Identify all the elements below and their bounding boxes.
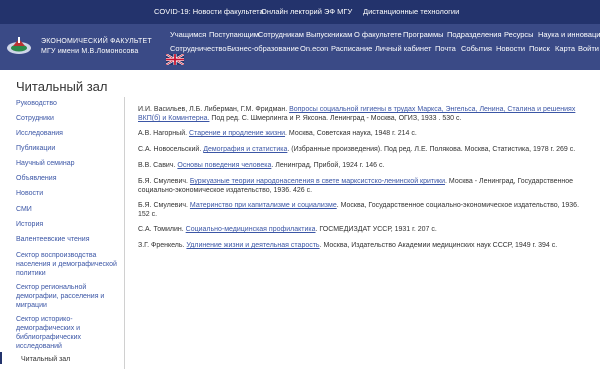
msu-logo-icon[interactable] xyxy=(4,35,34,57)
faculty-name[interactable]: ЭКОНОМИЧЕСКИЙ ФАКУЛЬТЕТ МГУ имени М.В.Ло… xyxy=(41,37,152,56)
nav-search[interactable]: Поиск xyxy=(529,44,550,53)
list-item: В.В. Савич. Основы поведения человека. Л… xyxy=(138,161,586,170)
sidebar-item-seminar[interactable]: Научный семинар xyxy=(16,159,120,168)
sidebar-item-publications[interactable]: Публикации xyxy=(16,144,120,153)
nav-programs[interactable]: Программы xyxy=(403,30,444,39)
sidebar-item-media[interactable]: СМИ xyxy=(16,205,120,214)
ref-authors: А.В. Нагорный. xyxy=(138,130,190,137)
ref-details: . Ленинград, Прибой, 1924 г. 146 с. xyxy=(271,162,385,169)
sidebar-item-news[interactable]: Новости xyxy=(16,189,120,198)
nav-map[interactable]: Карта xyxy=(555,44,575,53)
content-divider xyxy=(124,97,125,369)
distance-tech-link[interactable]: Дистанционные технологии xyxy=(363,7,459,16)
ref-authors: С.А. Томилин. xyxy=(138,226,186,233)
list-item: Б.Я. Смулевич. Материнство при капитализ… xyxy=(138,201,586,220)
ref-title-link[interactable]: Демография и статистика xyxy=(203,146,287,153)
nav-cooperation[interactable]: Сотрудничество xyxy=(170,44,227,53)
ref-title-link[interactable]: Основы поведения человека xyxy=(177,162,271,169)
list-item: С.А. Томилин. Социально-медицинская проф… xyxy=(138,225,586,234)
sidebar-item-population-policy-sector[interactable]: Сектор воспроизводства населения и демог… xyxy=(16,251,120,278)
top-announcement-bar: COVID-19: Новости факультета Онлайн лект… xyxy=(0,0,600,24)
ref-authors: Б.Я. Смулевич. xyxy=(138,202,190,209)
ref-details: . (Избранные произведения). Под ред. Л.Е… xyxy=(287,146,576,153)
ref-title-link[interactable]: Старение и продление жизни xyxy=(189,130,285,137)
english-language-flag-icon[interactable] xyxy=(166,54,184,65)
nav-schedule[interactable]: Расписание xyxy=(331,44,372,53)
list-item: Б.Я. Смулевич. Буржуазные теории народон… xyxy=(138,177,586,196)
ref-details: . Москва, Советская наука, 1948 г. 214 с… xyxy=(285,130,417,137)
ref-details: . ГОСМЕДИЗДАТ УССР, 1931 г. 207 с. xyxy=(315,226,437,233)
nav-about[interactable]: О факультете xyxy=(354,30,402,39)
list-item: И.И. Васильев, Л.Б. Либерман, Г.М. Фридм… xyxy=(138,105,586,124)
ref-authors: В.В. Савич. xyxy=(138,162,178,169)
sidebar-active-indicator xyxy=(0,352,2,364)
page-title: Читальный зал xyxy=(16,79,108,94)
ref-title-link[interactable]: Материнство при капитализме и социализме xyxy=(190,202,337,209)
ref-details: Под ред. С. Шмерлинга и Р. Яксона. Ленин… xyxy=(209,115,462,123)
nav-departments[interactable]: Подразделения xyxy=(447,30,502,39)
nav-alumni[interactable]: Выпускникам xyxy=(306,30,352,39)
nav-business-education[interactable]: Бизнес-образование xyxy=(227,44,299,53)
ref-title-link[interactable]: Буржуазные теории народонаселения в свет… xyxy=(190,178,445,185)
sidebar-item-research[interactable]: Исследования xyxy=(16,129,120,138)
ref-authors: Б.Я. Смулевич. xyxy=(138,178,190,185)
ref-details: . Москва, Издательство Академии медицинс… xyxy=(319,242,558,249)
sidebar-item-staff[interactable]: Сотрудники xyxy=(16,114,120,123)
sidebar-item-history[interactable]: История xyxy=(16,220,120,229)
nav-on-econ[interactable]: On.econ xyxy=(300,44,328,53)
nav-resources[interactable]: Ресурсы xyxy=(504,30,534,39)
nav-login[interactable]: Войти xyxy=(578,44,599,53)
nav-mail[interactable]: Почта xyxy=(435,44,456,53)
faculty-name-line1: ЭКОНОМИЧЕСКИЙ ФАКУЛЬТЕТ xyxy=(41,38,152,45)
ref-title-link[interactable]: Удлинение жизни и деятельная старость xyxy=(186,242,319,249)
sidebar-item-regional-demography-sector[interactable]: Сектор региональной демографии, расселен… xyxy=(16,283,120,310)
sidebar-item-reading-room[interactable]: Читальный зал xyxy=(21,355,121,364)
list-item: С.А. Новосельский. Демография и статисти… xyxy=(138,145,586,154)
site-header: ЭКОНОМИЧЕСКИЙ ФАКУЛЬТЕТ МГУ имени М.В.Ло… xyxy=(0,24,600,70)
ref-title-link[interactable]: Социально-медицинская профилактика xyxy=(186,226,316,233)
list-item: З.Г. Френкель. Удлинение жизни и деятель… xyxy=(138,241,586,250)
sidebar-item-leadership[interactable]: Руководство xyxy=(16,99,120,108)
nav-students[interactable]: Учащимся xyxy=(170,30,206,39)
list-item: А.В. Нагорный. Старение и продление жизн… xyxy=(138,129,586,138)
faculty-name-line2: МГУ имени М.В.Ломоносова xyxy=(41,47,139,55)
sidebar-item-announcements[interactable]: Объявления xyxy=(16,174,120,183)
nav-applicants[interactable]: Поступающим xyxy=(209,30,259,39)
nav-events[interactable]: События xyxy=(461,44,492,53)
ref-authors: С.А. Новосельский. xyxy=(138,146,204,153)
ref-authors: И.И. Васильев, Л.Б. Либерман, Г.М. Фридм… xyxy=(138,106,290,113)
nav-staff[interactable]: Сотрудникам xyxy=(258,30,304,39)
covid-news-link[interactable]: COVID-19: Новости факультета xyxy=(154,7,264,16)
sidebar-item-historical-demography-sector[interactable]: Сектор историко-демографических и библио… xyxy=(16,315,120,351)
nav-account[interactable]: Личный кабинет xyxy=(375,44,431,53)
sidebar-item-valenteev-readings[interactable]: Валентеевские чтения xyxy=(16,235,120,244)
online-lectures-link[interactable]: Онлайн лекторий ЭФ МГУ xyxy=(261,7,352,16)
nav-science[interactable]: Наука и инновации xyxy=(538,30,600,39)
nav-news[interactable]: Новости xyxy=(496,44,525,53)
ref-authors: З.Г. Френкель. xyxy=(138,242,187,249)
